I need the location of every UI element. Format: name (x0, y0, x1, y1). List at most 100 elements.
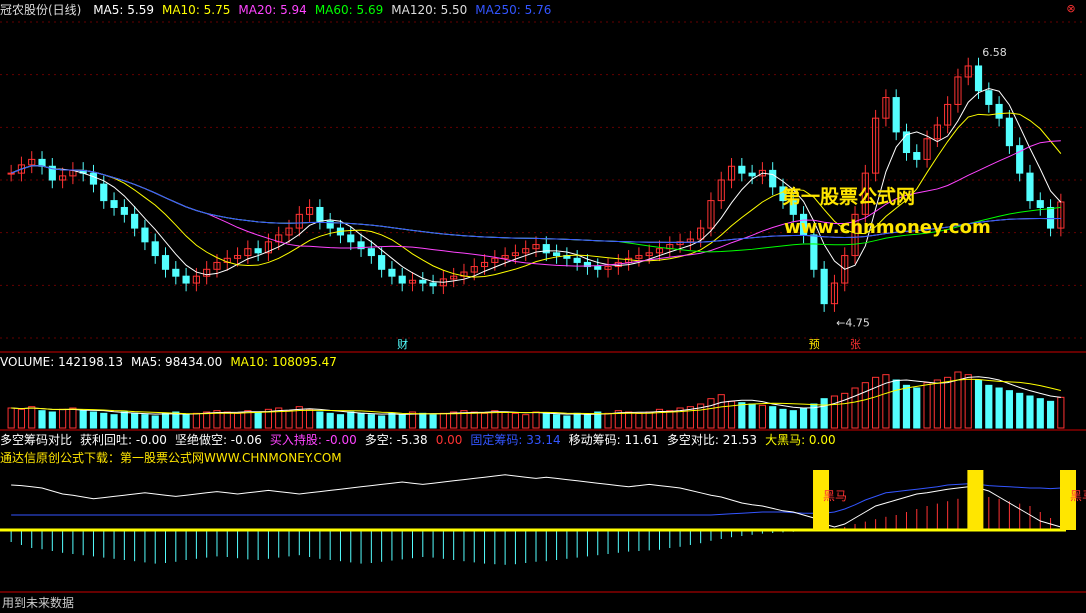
vol-bar-14 (151, 415, 159, 429)
vol-bar-98 (1016, 392, 1024, 429)
vol-label-2: MA10: 108095.47 (230, 355, 337, 369)
candle-body-12 (131, 213, 139, 229)
vol-bar-11 (120, 411, 128, 429)
candle-body-11 (120, 206, 128, 215)
vol-bar-5 (59, 408, 67, 429)
vol-bar-86 (892, 379, 900, 429)
candle-body-97 (1005, 117, 1013, 147)
vol-bar-64 (666, 410, 674, 429)
vol-bar-71 (738, 402, 746, 429)
candle-body-95 (985, 90, 993, 105)
vol-bar-7 (79, 410, 87, 429)
candle-body-94 (974, 65, 983, 92)
vol-bar-18 (192, 412, 200, 429)
marker-yu: 预 (809, 338, 820, 351)
indicator-header: 多空筹码对比 获利回吐: -0.00 坚绝做空: -0.06 买入持股: -0.00 多… (0, 432, 852, 448)
vol-bar-38 (398, 414, 406, 429)
high-label: 6.58 (982, 46, 1007, 59)
vol-bar-54 (563, 415, 571, 429)
vol-bar-93 (964, 374, 972, 429)
ind-label-9: 大黑马: 0.00 (765, 433, 836, 447)
heima-label-2: 黑马 (1070, 489, 1086, 503)
vol-bar-81 (841, 392, 849, 429)
marker-cai: 财 (397, 337, 408, 351)
heima-label-0: 黑马 (823, 489, 847, 503)
vol-bar-87 (902, 384, 911, 429)
vol-bar-36 (378, 415, 386, 429)
indicator-layer: 黑马 黑马 (0, 470, 1086, 565)
ind-label-3: 买入持股: -0.00 (269, 433, 357, 447)
candle-body-74 (769, 169, 777, 188)
indicator-note: 通达信原创公式下载：第一股票公式网WWW.CHNMONEY.COM (0, 451, 342, 465)
vol-bar-21 (223, 411, 231, 429)
vol-bar-6 (69, 407, 77, 429)
ind-label-2: 坚绝做空: -0.06 (174, 433, 262, 447)
vol-bar-61 (635, 412, 643, 429)
close-icon[interactable]: ⊗ (1064, 2, 1078, 16)
candle-body-79 (820, 268, 828, 305)
heima-bar-1 (967, 470, 984, 530)
stock-name[interactable]: 冠农股份(日线) (0, 3, 81, 17)
candle-body-40 (419, 279, 427, 284)
vol-bar-3 (38, 410, 46, 429)
vol-bar-76 (789, 410, 797, 429)
candle-body-35 (367, 248, 375, 257)
low-label: ←4.75 (836, 317, 870, 330)
candle-body-53 (552, 252, 561, 257)
vol-bar-27 (285, 410, 293, 429)
candle-body-78 (810, 234, 818, 270)
vol-bar-47 (491, 410, 499, 429)
vol-bar-96 (995, 387, 1003, 429)
ind-label-5: 0.00 (435, 433, 463, 447)
vol-bar-99 (1026, 395, 1034, 429)
candle-body-13 (141, 227, 149, 243)
candle-body-37 (388, 268, 396, 277)
vol-bar-79 (820, 398, 828, 429)
vol-bar-9 (100, 412, 108, 429)
volume-header: VOLUME: 142198.13 MA5: 98434.00 MA10: 1080… (0, 354, 353, 370)
chart-canvas: 6.58 ←4.75 财 预 张 黑马 黑马 (0, 21, 1086, 593)
vol-bar-33 (347, 411, 355, 429)
vol-bar-72 (748, 403, 756, 429)
vol-bar-82 (851, 387, 859, 429)
vol-bar-13 (141, 414, 149, 429)
vol-bar-40 (419, 412, 427, 429)
ind-label-6: 固定筹码: 33.14 (470, 433, 561, 447)
vol-bar-0 (7, 407, 15, 429)
vol-bar-52 (542, 412, 550, 429)
vol-bar-2 (28, 406, 36, 429)
ma-label-5: MA250: 5.76 (475, 3, 552, 17)
ma-label-1: MA10: 5.75 (161, 3, 231, 17)
candle-body-100 (1036, 200, 1044, 208)
candle-body-15 (161, 255, 170, 270)
ind-line-fixed (11, 483, 1061, 516)
vol-bar-24 (254, 411, 262, 429)
vol-bar-32 (336, 414, 345, 429)
vol-bar-90 (933, 379, 941, 429)
vol-bar-10 (110, 414, 118, 429)
vol-bar-30 (316, 411, 324, 429)
candle-body-98 (1016, 145, 1024, 174)
ma-label-4: MA120: 5.50 (391, 3, 468, 17)
ind-label-4: 多空: -5.38 (364, 433, 428, 447)
ma-label-2: MA20: 5.94 (238, 3, 307, 17)
candle-body-8 (89, 172, 98, 185)
vol-bar-102 (1057, 396, 1065, 429)
candle-body-9 (100, 183, 108, 202)
candle-body-86 (892, 97, 900, 133)
watermark-url: www.chnmoney.com (784, 217, 991, 238)
vol-bar-62 (645, 411, 653, 429)
vol-bar-4 (48, 411, 56, 429)
vol-bar-84 (872, 376, 880, 429)
vol-bar-100 (1036, 398, 1044, 429)
vol-bar-37 (388, 412, 396, 429)
vol-bar-15 (161, 412, 170, 429)
candle-body-17 (182, 275, 190, 284)
price-header: 冠农股份(日线) MA5: 5.59 MA10: 5.75 MA20: 5.94 MA… (0, 2, 567, 18)
candle-body-30 (316, 206, 324, 222)
vol-bar-80 (830, 395, 839, 429)
vol-bar-31 (326, 412, 334, 429)
vol-label-1: MA5: 98434.00 (131, 355, 223, 369)
vol-bar-8 (89, 411, 98, 429)
candle-body-55 (573, 257, 581, 263)
